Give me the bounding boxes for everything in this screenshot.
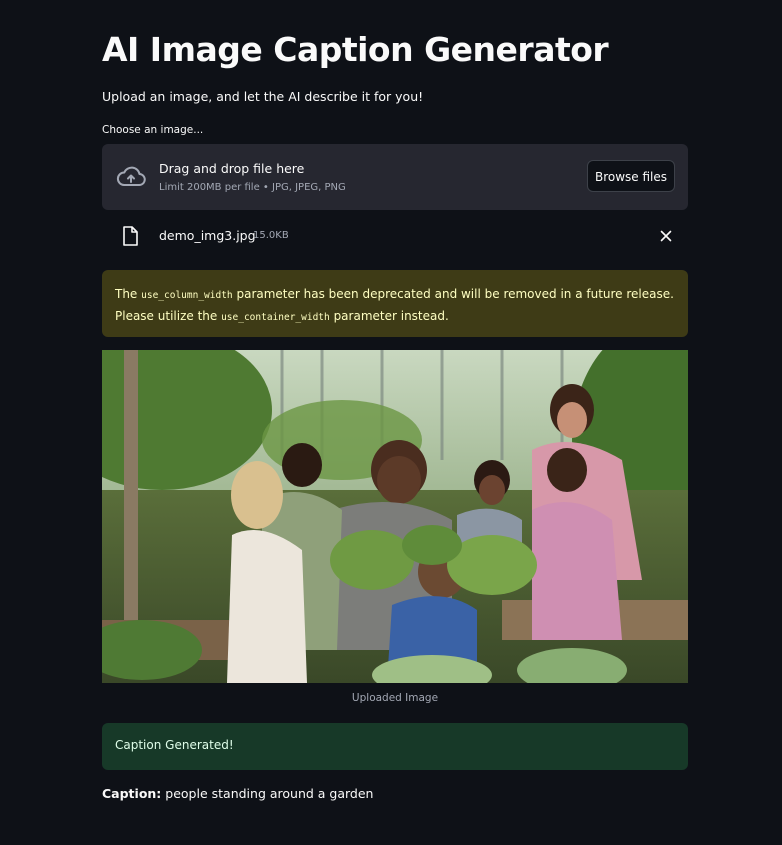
page-title: AI Image Caption Generator bbox=[102, 30, 609, 69]
cloud-upload-icon bbox=[116, 166, 146, 186]
warning-text-3: parameter instead. bbox=[329, 309, 449, 323]
uploaded-file-size: 15.0KB bbox=[253, 230, 289, 241]
caption-text: people standing around a garden bbox=[161, 786, 374, 801]
caption-label: Caption: bbox=[102, 786, 162, 801]
deprecation-warning: The use_column_width parameter has been … bbox=[102, 270, 688, 337]
image-caption: Uploaded Image bbox=[351, 692, 439, 704]
browse-files-button[interactable]: Browse files bbox=[587, 160, 675, 192]
warning-text-1: The bbox=[115, 287, 142, 301]
warning-code-1: use_column_width bbox=[141, 290, 233, 301]
uploaded-file-name: demo_img3.jpg bbox=[159, 228, 256, 243]
dropzone-title: Drag and drop file here bbox=[159, 161, 305, 176]
success-alert: Caption Generated! bbox=[102, 723, 688, 770]
file-icon bbox=[123, 226, 138, 246]
app-page: AI Image Caption Generator Upload an ima… bbox=[0, 0, 782, 845]
caption-result: Caption: people standing around a garden bbox=[102, 786, 373, 801]
warning-code-2: use_container_width bbox=[221, 312, 330, 323]
close-icon[interactable] bbox=[660, 230, 672, 242]
uploaded-image bbox=[102, 350, 688, 683]
file-dropzone[interactable]: Drag and drop file here Limit 200MB per … bbox=[102, 144, 688, 210]
dropzone-limit: Limit 200MB per file • JPG, JPEG, PNG bbox=[159, 182, 346, 193]
garden-photo-illustration bbox=[102, 350, 688, 683]
uploader-label: Choose an image... bbox=[102, 124, 204, 136]
page-subtitle: Upload an image, and let the AI describe… bbox=[102, 89, 424, 104]
uploaded-file-row: demo_img3.jpg 15.0KB bbox=[102, 222, 688, 250]
